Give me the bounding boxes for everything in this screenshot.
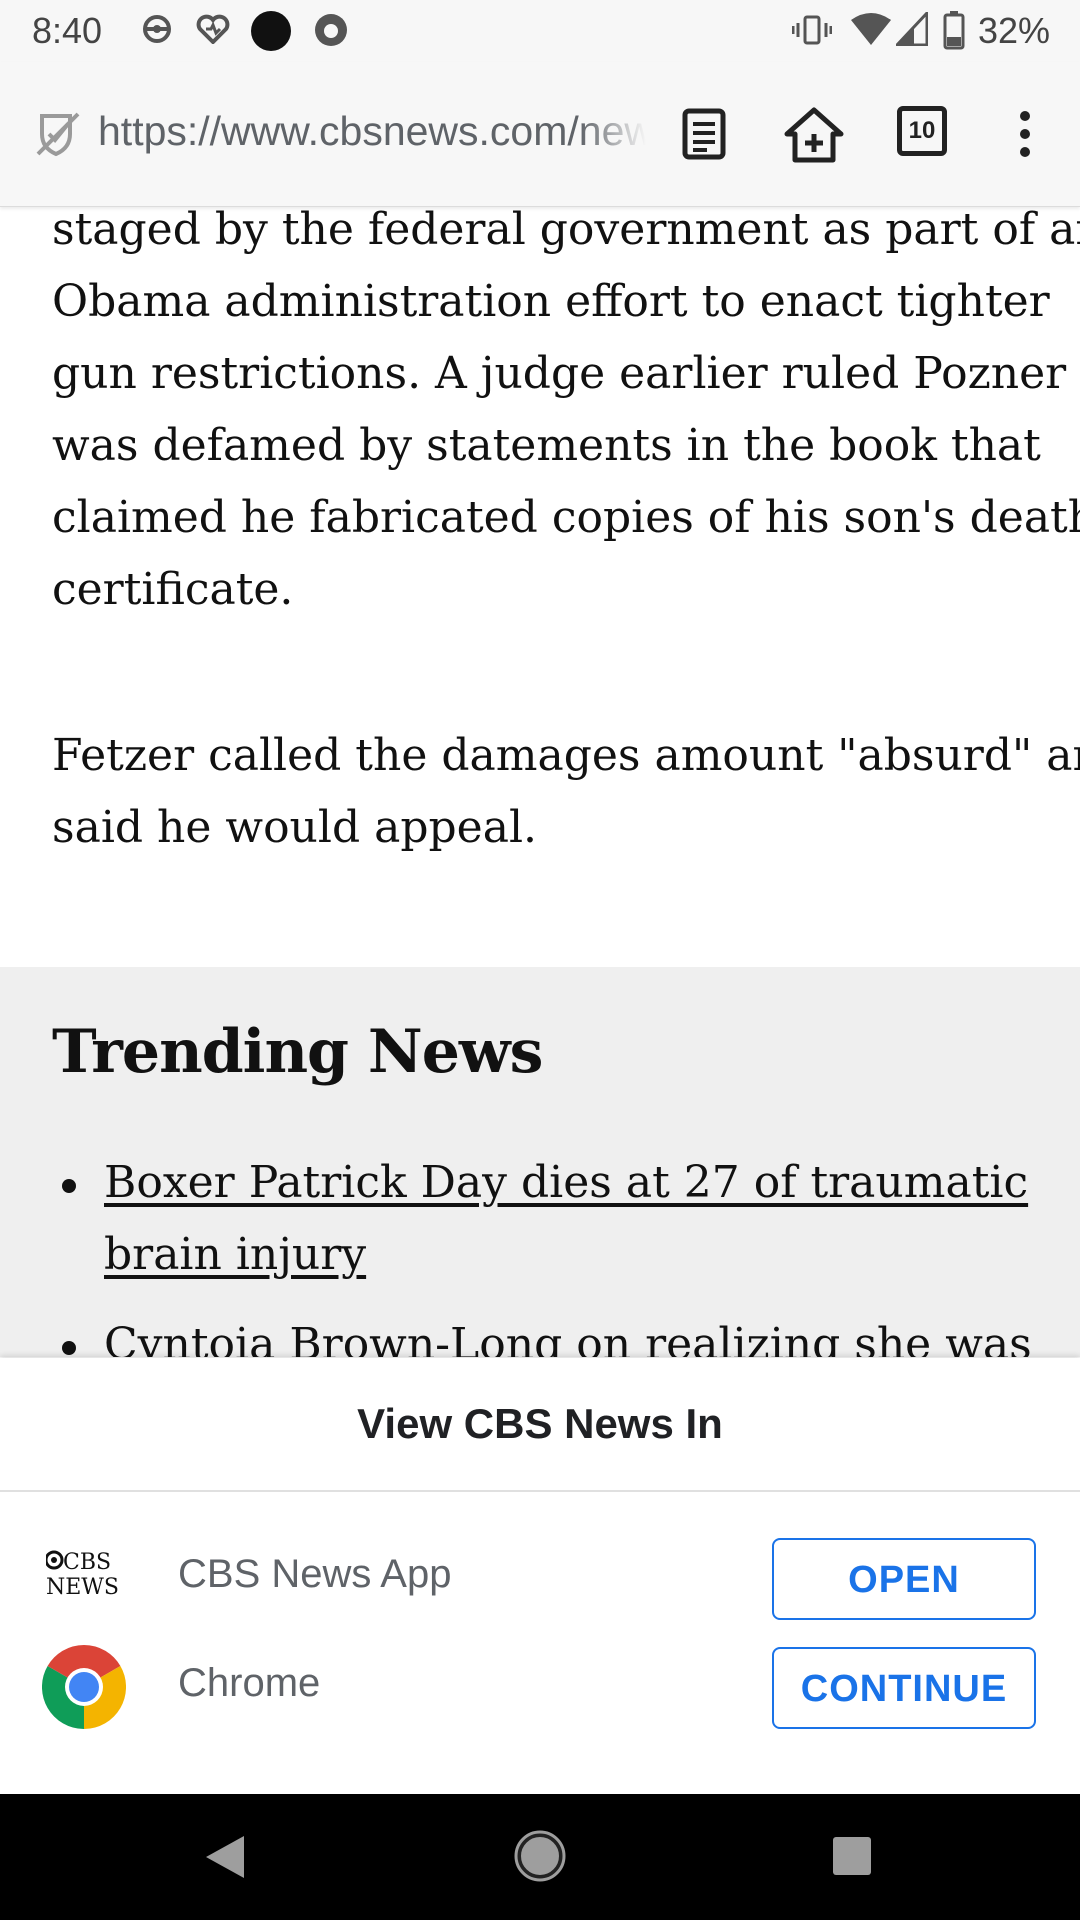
firefox-icon [315,14,347,46]
reader-mode-icon[interactable] [682,108,726,160]
app-row-cbs: CBS NEWS CBS News App OPEN [0,1530,1080,1630]
trending-link[interactable]: Boxer Patrick Day dies at 27 of traumati… [104,1157,1028,1280]
pokeball-icon [143,15,171,43]
back-icon[interactable] [204,1834,246,1880]
app-label: Chrome [178,1661,321,1705]
trending-news-section: Trending News Boxer Patrick Day dies at … [0,967,1080,1357]
trending-title: Trending News [52,1017,543,1087]
cbs-logo-text-1: CBS [63,1550,111,1575]
open-in-app-sheet: View CBS News In CBS NEWS CBS News App O… [0,1358,1080,1794]
trending-list: Boxer Patrick Day dies at 27 of traumati… [0,1147,1080,1357]
app-label: CBS News App [178,1552,452,1596]
home-icon[interactable] [514,1830,566,1882]
battery-percent: 32% [977,10,1050,51]
status-bar: 8:40 32% [0,0,1080,62]
browser-toolbar: https://www.cbsnews.com/news 10 [0,62,1080,207]
not-secure-shield-icon[interactable] [34,110,82,158]
article-paragraph: Fetzer called the damages amount "absurd… [52,730,1080,853]
battery-icon [943,11,965,50]
url-input[interactable]: https://www.cbsnews.com/news [98,108,646,158]
open-button[interactable]: OPEN [772,1538,1036,1620]
dot-icon [251,11,291,51]
overflow-menu-icon[interactable] [1018,110,1032,158]
chrome-icon [42,1645,126,1729]
cbs-news-logo: CBS NEWS [46,1550,119,1600]
sheet-title: View CBS News In [0,1358,1080,1492]
wifi-icon [851,13,891,45]
app-row-chrome: Chrome CONTINUE [0,1639,1080,1739]
status-time: 8:40 [32,10,103,51]
trending-link[interactable]: Cyntoia Brown-Long on realizing she was [104,1319,1032,1357]
navigation-bar [0,1794,1080,1920]
article-paragraph: staged by the federal government as part… [52,204,1080,615]
tab-switcher-button[interactable]: 10 [897,106,947,156]
list-item: Cyntoia Brown-Long on realizing she was [0,1309,1080,1357]
signal-icon [896,12,928,46]
cbs-logo-text-2: NEWS [46,1575,119,1600]
add-to-home-icon[interactable] [783,106,845,164]
continue-button[interactable]: CONTINUE [772,1647,1036,1729]
bullet [62,1179,76,1193]
list-item: Boxer Patrick Day dies at 27 of traumati… [0,1147,1080,1291]
recents-icon[interactable] [832,1836,872,1876]
heart-icon [196,14,230,44]
bullet [62,1341,76,1355]
vibrate-icon [792,15,832,45]
